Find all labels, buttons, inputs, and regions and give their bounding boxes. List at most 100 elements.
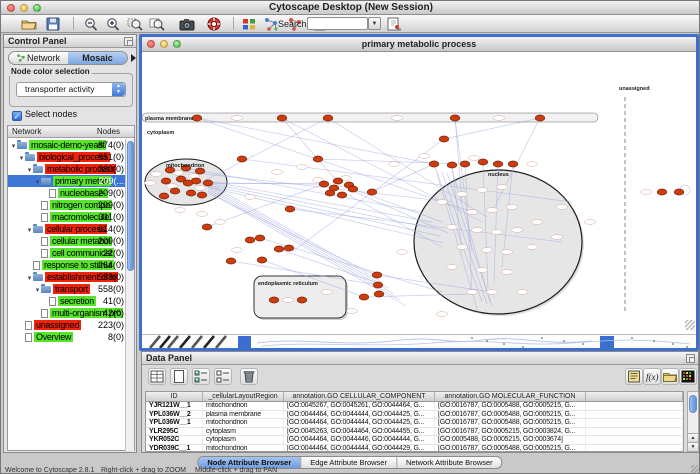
table-row[interactable]: YJR121W__1mitochondrion[GO:0045267, GO:0… [146,402,683,411]
network-node[interactable] [269,297,279,303]
tree-row[interactable]: cell communicat22(0) [8,247,126,259]
select-nodes-checkbox[interactable]: ✓Select nodes [12,109,77,121]
network-node[interactable] [439,136,449,142]
network-node[interactable] [274,246,284,252]
tree-row[interactable]: ▾primary metab209(... [8,175,126,187]
node-color-dropdown[interactable]: transporter activity ▲▼ [16,82,126,97]
tree-col-nodes[interactable]: Nodes [97,127,120,136]
tree-row[interactable]: nitrogen compo209(0) [8,199,126,211]
zoom-in-icon[interactable] [105,17,121,31]
tree-col-network[interactable]: Network [12,127,41,136]
network-node[interactable] [277,115,287,121]
tree-row[interactable]: response to stimul264(0) [8,259,126,271]
disclosure-triangle-icon[interactable]: ▾ [26,273,33,283]
network-node[interactable] [183,180,193,186]
heatmap-icon[interactable] [679,368,697,385]
network-node[interactable] [186,190,196,196]
tab-mosaic[interactable]: Mosaic [68,52,127,64]
network-node[interactable] [159,193,169,199]
disclosure-triangle-icon[interactable]: ▾ [34,177,41,187]
search-dropdown-icon[interactable]: ▼ [368,17,381,30]
tab-network[interactable]: Network [9,52,68,64]
tree-row[interactable]: ▾metabolic process280(0) [8,163,126,175]
new-attribute-icon[interactable] [170,368,188,385]
network-node[interactable] [372,272,382,278]
network-node[interactable] [367,189,377,195]
table-row[interactable]: YKR052Ccytoplasm[GO:0044464, GO:0044446,… [146,436,683,445]
network-node[interactable] [245,237,255,243]
table-scrollbar[interactable]: ▲ ▼ [687,391,699,452]
table-column-header[interactable] [586,392,683,401]
table-row[interactable]: YPL036W__1mitochondrion[GO:0044464, GO:0… [146,419,683,428]
tree-scrollbar-thumb[interactable] [127,141,134,271]
network-node[interactable] [333,178,343,184]
network-node[interactable] [257,257,267,263]
network-node[interactable] [202,224,212,230]
batch-select-icon[interactable] [192,368,210,385]
zoom-region-icon[interactable] [127,17,143,31]
network-node[interactable] [237,156,247,162]
open-icon[interactable] [21,17,37,31]
tree-row[interactable]: multi-organism pro42(0) [8,307,126,319]
table-row[interactable]: YDR039C__1mitochondrion[GO:0044464, GO:0… [146,445,683,453]
save-icon[interactable] [45,17,61,31]
float-panel-icon[interactable] [686,354,695,363]
table-column-header[interactable]: ID [146,392,203,401]
tree-row[interactable]: ▾biological_process651(0) [8,151,126,163]
network-node[interactable] [373,282,383,288]
attribute-editor-icon[interactable] [625,368,643,385]
tree-row[interactable]: Overview8(0) [8,331,126,343]
snapshot-camera-icon[interactable] [179,17,195,31]
network-node[interactable] [535,115,545,121]
zoom-fit-icon[interactable] [149,17,165,31]
float-panel-icon[interactable] [124,37,133,46]
network-canvas[interactable]: plasma membranecytoplasmmitochondrionnuc… [142,52,696,334]
tree-row[interactable]: ▾mosaic-demo-yeast874(0) [8,139,126,151]
tree-row[interactable]: nucleobase-209(0) [8,187,126,199]
unselect-list-icon[interactable] [214,368,232,385]
search-input[interactable] [307,17,368,30]
network-blue-icon[interactable] [263,17,279,31]
network-node[interactable] [429,161,439,167]
disclosure-triangle-icon[interactable]: ▾ [26,225,33,235]
network-node[interactable] [192,115,202,121]
network-node[interactable] [313,156,323,162]
network-node[interactable] [460,161,470,167]
delete-attribute-icon[interactable] [240,368,258,385]
web-network-icon[interactable] [386,17,402,31]
network-node[interactable] [478,159,488,165]
tree-row[interactable]: ▾transport558(0) [8,283,126,295]
tree-row[interactable]: unassigned223(0) [8,319,126,331]
vizmapper-icon[interactable] [241,17,257,31]
table-scrollbar-thumb[interactable] [689,395,697,413]
scroll-down-icon[interactable]: ▼ [688,442,698,451]
network-node[interactable] [203,180,213,186]
network-node[interactable] [255,235,265,241]
network-node[interactable] [170,188,180,194]
network-node[interactable] [447,162,457,168]
function-builder-icon[interactable]: f(x) [643,368,661,385]
table-column-header[interactable]: annotation.GO CELLULAR_COMPONENT [284,392,435,401]
network-node[interactable] [329,185,339,191]
tree-scrollbar[interactable] [125,139,134,451]
network-node[interactable] [284,245,294,251]
table-row[interactable]: YLR295Ccytoplasm[GO:0045263, GO:0044464,… [146,428,683,437]
table-row[interactable]: YPL036W__2plasma membrane[GO:0044464, GO… [146,411,683,420]
tree-row[interactable]: cellular metabol209(0) [8,235,126,247]
network-node[interactable] [450,115,460,121]
network-node[interactable] [359,294,369,300]
tree-row[interactable]: macromolecule311(0) [8,211,126,223]
network-node[interactable] [226,258,236,264]
network-node[interactable] [337,192,347,198]
help-lifering-icon[interactable] [206,17,222,31]
tree-row[interactable]: secretion41(0) [8,295,126,307]
network-node[interactable] [657,189,667,195]
network-node[interactable] [297,297,307,303]
network-node[interactable] [374,291,384,297]
network-window-titlebar[interactable]: primary metabolic process [142,37,696,52]
select-attributes-icon[interactable] [148,368,166,385]
network-node[interactable] [348,186,358,192]
window-resize-grip[interactable] [691,465,700,474]
disclosure-triangle-icon[interactable]: ▾ [34,285,41,295]
import-attributes-icon[interactable] [661,368,679,385]
